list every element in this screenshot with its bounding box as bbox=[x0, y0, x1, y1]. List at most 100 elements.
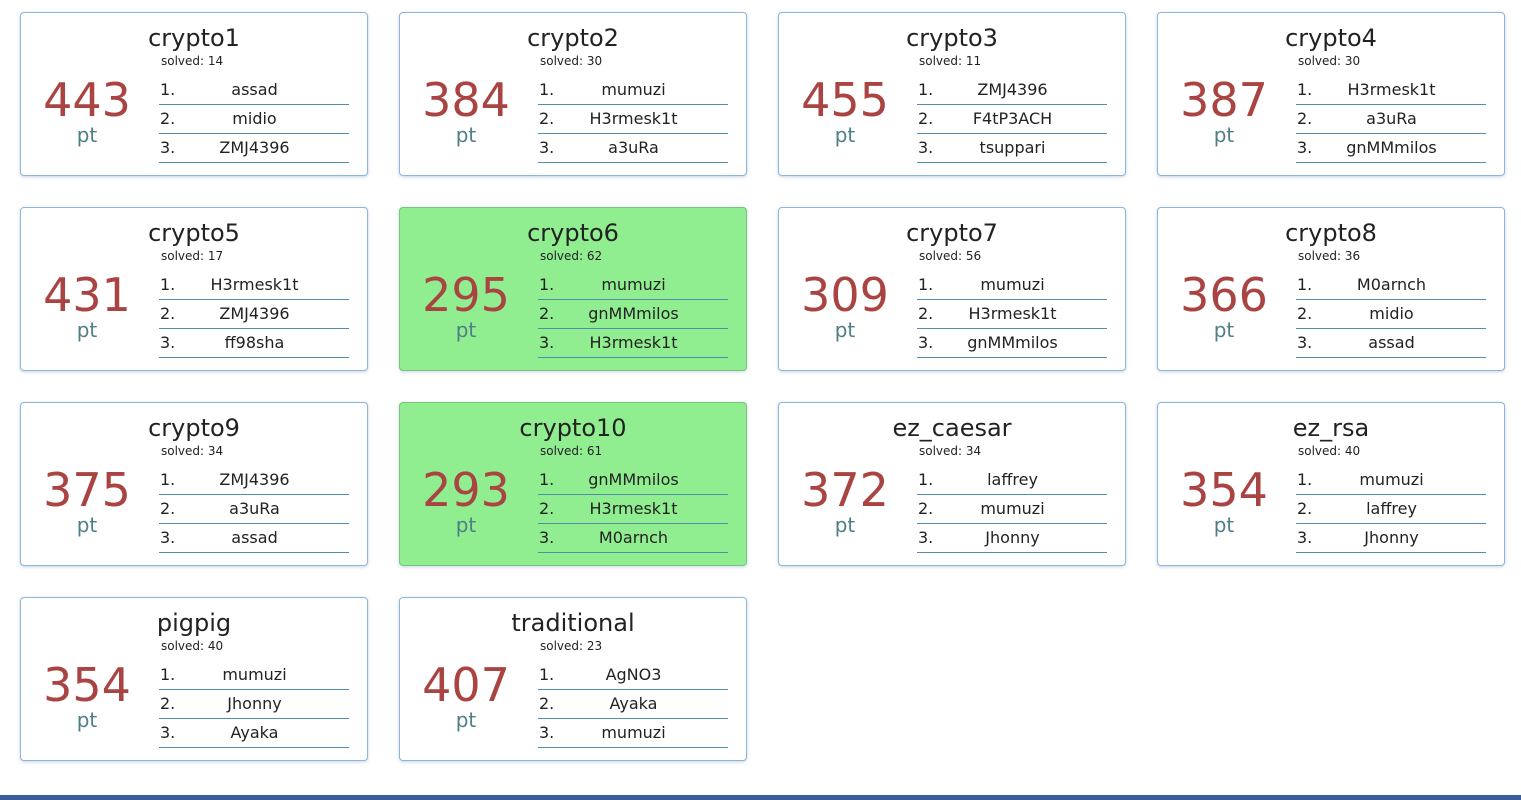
points-unit: pt bbox=[1213, 318, 1235, 342]
solved-count: solved: 56 bbox=[919, 249, 982, 263]
solved-count: solved: 34 bbox=[161, 444, 224, 458]
challenge-card[interactable]: crypto1 solved: 14 443 pt 1. assad 2. midi… bbox=[20, 12, 368, 176]
challenge-card[interactable]: crypto8 solved: 36 366 pt 1. M0arnch 2. mi… bbox=[1157, 207, 1505, 371]
rank-number: 1. bbox=[160, 80, 176, 99]
rank-number: 2. bbox=[160, 499, 176, 518]
challenge-card[interactable]: crypto10 solved: 61 293 pt 1. gnMMmilos 2… bbox=[399, 402, 747, 566]
challenge-card[interactable]: crypto5 solved: 17 431 pt 1. H3rmesk1t 2.… bbox=[20, 207, 368, 371]
challenge-card[interactable]: crypto3 solved: 11 455 pt 1. ZMJ4396 2. F4… bbox=[778, 12, 1126, 176]
rank-number: 2. bbox=[918, 109, 934, 128]
solver-name: M0arnch bbox=[1356, 275, 1427, 294]
rank-number: 1. bbox=[918, 80, 934, 99]
rank-number: 3. bbox=[160, 528, 176, 547]
solver-name: mumuzi bbox=[980, 499, 1045, 518]
top-solvers-list: 1. mumuzi 2. gnMMmilos 3. H3rmesk1t bbox=[538, 272, 728, 359]
list-item: 3. mumuzi bbox=[538, 720, 728, 748]
list-item: 1. H3rmesk1t bbox=[159, 272, 349, 300]
challenge-name: crypto5 bbox=[148, 219, 240, 247]
list-item: 1. mumuzi bbox=[159, 662, 349, 690]
solver-name: ZMJ4396 bbox=[219, 470, 290, 489]
rank-number: 1. bbox=[539, 470, 555, 489]
solver-name: Ayaka bbox=[230, 723, 279, 742]
list-item: 1. gnMMmilos bbox=[538, 467, 728, 495]
challenge-card[interactable]: ez_caesar solved: 34 372 pt 1. laffrey 2.… bbox=[778, 402, 1126, 566]
rank-number: 2. bbox=[1297, 109, 1313, 128]
top-solvers-list: 1. H3rmesk1t 2. ZMJ4396 3. ff98sha bbox=[159, 272, 349, 359]
challenge-card[interactable]: ez_rsa solved: 40 354 pt 1. mumuzi 2. laff… bbox=[1157, 402, 1505, 566]
solver-name: M0arnch bbox=[598, 528, 669, 547]
challenge-card[interactable]: pigpig solved: 40 354 pt 1. mumuzi 2. Jhon… bbox=[20, 597, 368, 761]
solver-name: mumuzi bbox=[601, 723, 666, 742]
points-block: 407 pt bbox=[400, 660, 532, 732]
solver-name: mumuzi bbox=[222, 665, 287, 684]
points-value: 309 bbox=[801, 268, 889, 322]
solver-name: a3uRa bbox=[608, 138, 659, 157]
list-item: 2. H3rmesk1t bbox=[917, 301, 1107, 329]
challenge-name: traditional bbox=[511, 609, 635, 637]
list-item: 3. ff98sha bbox=[159, 330, 349, 358]
rank-number: 1. bbox=[1297, 80, 1313, 99]
top-solvers-list: 1. mumuzi 2. laffrey 3. Jhonny bbox=[1296, 467, 1486, 554]
challenge-card[interactable]: crypto6 solved: 62 295 pt 1. mumuzi 2. gnM… bbox=[399, 207, 747, 371]
solver-name: assad bbox=[231, 528, 278, 547]
list-item: 3. H3rmesk1t bbox=[538, 330, 728, 358]
list-item: 3. gnMMmilos bbox=[917, 330, 1107, 358]
solved-count: solved: 11 bbox=[919, 54, 982, 68]
rank-number: 2. bbox=[160, 109, 176, 128]
solver-name: midio bbox=[1369, 304, 1414, 323]
solved-count: solved: 61 bbox=[540, 444, 603, 458]
list-item: 2. gnMMmilos bbox=[538, 301, 728, 329]
solver-name: mumuzi bbox=[601, 275, 666, 294]
top-solvers-list: 1. mumuzi 2. Jhonny 3. Ayaka bbox=[159, 662, 349, 749]
points-block: 309 pt bbox=[779, 270, 911, 342]
challenge-card[interactable]: crypto9 solved: 34 375 pt 1. ZMJ4396 2. a3… bbox=[20, 402, 368, 566]
points-value: 375 bbox=[43, 463, 131, 517]
points-block: 431 pt bbox=[21, 270, 153, 342]
rank-number: 2. bbox=[539, 304, 555, 323]
points-unit: pt bbox=[455, 708, 477, 732]
solved-count: solved: 36 bbox=[1298, 249, 1361, 263]
points-block: 366 pt bbox=[1158, 270, 1290, 342]
rank-number: 1. bbox=[1297, 275, 1313, 294]
list-item: 2. H3rmesk1t bbox=[538, 106, 728, 134]
challenge-name: crypto7 bbox=[906, 219, 998, 247]
challenge-name: crypto4 bbox=[1285, 24, 1377, 52]
rank-number: 2. bbox=[1297, 304, 1313, 323]
list-item: 3. Jhonny bbox=[917, 525, 1107, 553]
list-item: 2. a3uRa bbox=[159, 496, 349, 524]
rank-number: 2. bbox=[918, 304, 934, 323]
rank-number: 3. bbox=[539, 528, 555, 547]
list-item: 2. ZMJ4396 bbox=[159, 301, 349, 329]
challenge-name: ez_rsa bbox=[1292, 414, 1370, 442]
challenge-card[interactable]: crypto7 solved: 56 309 pt 1. mumuzi 2. H3r… bbox=[778, 207, 1126, 371]
solved-count: solved: 23 bbox=[540, 639, 603, 653]
points-unit: pt bbox=[76, 123, 98, 147]
points-value: 354 bbox=[43, 658, 131, 712]
list-item: 3. Ayaka bbox=[159, 720, 349, 748]
challenge-card[interactable]: crypto2 solved: 30 384 pt 1. mumuzi 2. H3r… bbox=[399, 12, 747, 176]
rank-number: 1. bbox=[160, 470, 176, 489]
rank-number: 3. bbox=[1297, 333, 1313, 352]
points-block: 295 pt bbox=[400, 270, 532, 342]
list-item: 3. ZMJ4396 bbox=[159, 135, 349, 163]
points-unit: pt bbox=[76, 513, 98, 537]
challenge-name: ez_caesar bbox=[892, 414, 1012, 442]
list-item: 1. mumuzi bbox=[917, 272, 1107, 300]
rank-number: 3. bbox=[539, 723, 555, 742]
rank-number: 1. bbox=[918, 470, 934, 489]
list-item: 2. a3uRa bbox=[1296, 106, 1486, 134]
rank-number: 2. bbox=[918, 499, 934, 518]
list-item: 2. mumuzi bbox=[917, 496, 1107, 524]
solver-name: tsuppari bbox=[979, 138, 1046, 157]
list-item: 2. midio bbox=[159, 106, 349, 134]
challenge-card[interactable]: traditional solved: 23 407 pt 1. AgNO3 2.… bbox=[399, 597, 747, 761]
challenge-name: crypto9 bbox=[148, 414, 240, 442]
rank-number: 3. bbox=[160, 723, 176, 742]
top-solvers-list: 1. ZMJ4396 2. a3uRa 3. assad bbox=[159, 467, 349, 554]
top-solvers-list: 1. mumuzi 2. H3rmesk1t 3. gnMMmilos bbox=[917, 272, 1107, 359]
challenge-card[interactable]: crypto4 solved: 30 387 pt 1. H3rmesk1t 2.… bbox=[1157, 12, 1505, 176]
points-block: 375 pt bbox=[21, 465, 153, 537]
rank-number: 1. bbox=[160, 665, 176, 684]
solver-name: H3rmesk1t bbox=[968, 304, 1057, 323]
solver-name: H3rmesk1t bbox=[589, 109, 678, 128]
